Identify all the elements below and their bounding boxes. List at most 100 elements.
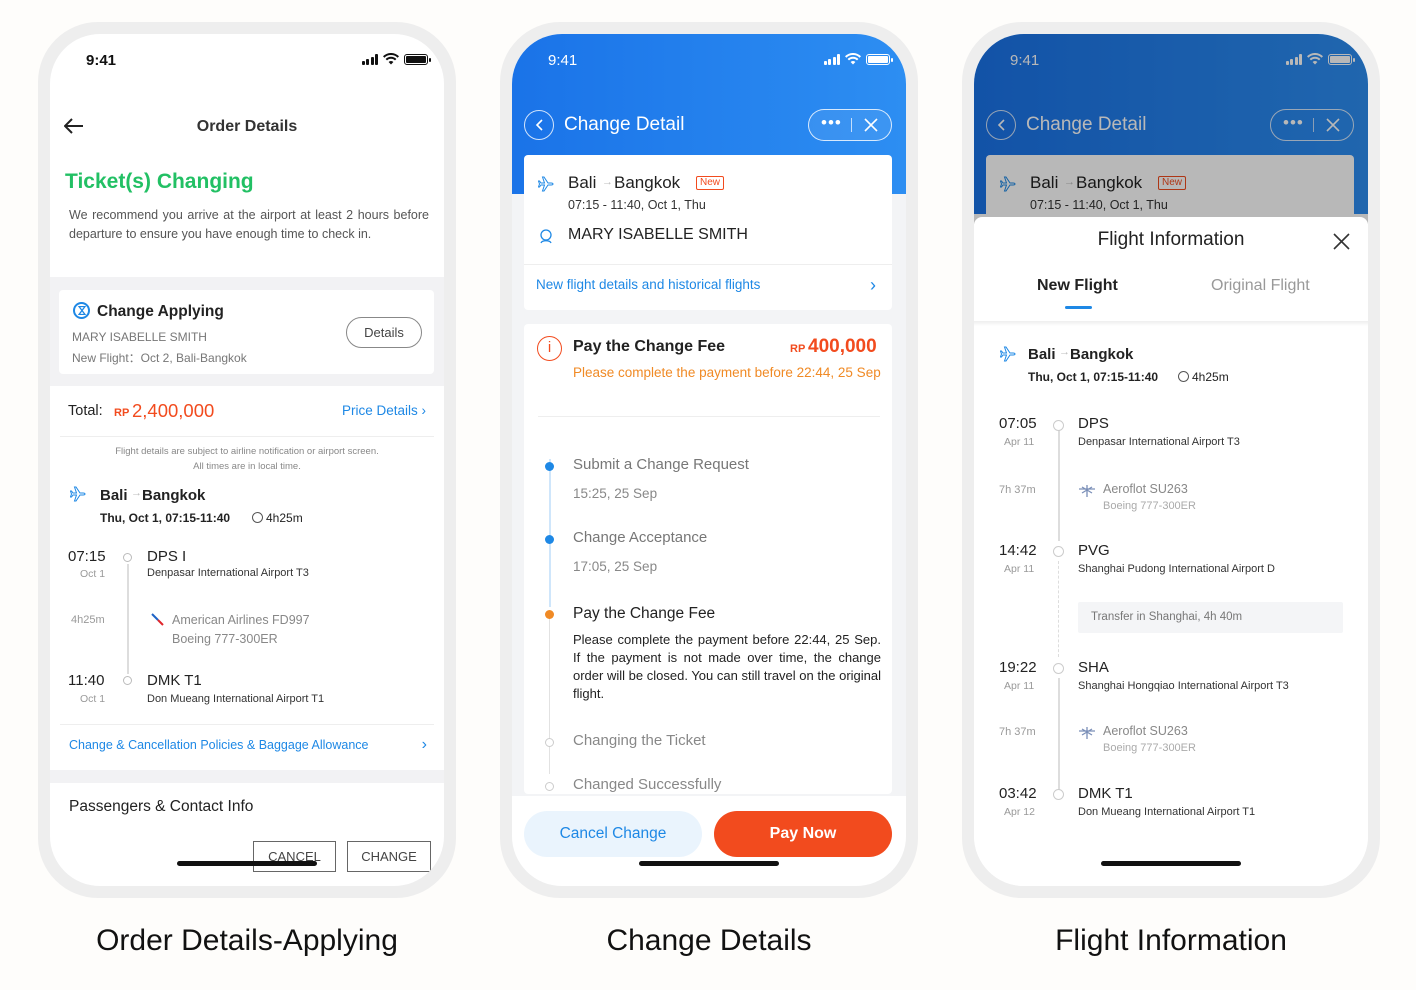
passenger-name: MARY ISABELLE SMITH xyxy=(568,226,748,243)
step-dot-pending xyxy=(545,782,554,791)
route-arrow-icon: → xyxy=(131,487,142,499)
route-to: Bangkok xyxy=(614,173,681,192)
caption-change-details: Change Details xyxy=(606,924,812,957)
close-icon[interactable] xyxy=(1333,233,1350,250)
close-icon[interactable] xyxy=(864,118,878,132)
history-link[interactable]: New flight details and historical flight… xyxy=(536,277,760,292)
aeroflot-logo-icon xyxy=(1079,727,1095,739)
order-status-card: Order Details Ticket(s) Changing We reco… xyxy=(50,84,444,277)
step-5-title: Changed Successfully xyxy=(573,776,722,793)
pay-now-button[interactable]: Pay Now xyxy=(714,811,892,857)
step-1-title: Submit a Change Request xyxy=(573,456,749,473)
aircraft: Boeing 777-300ER xyxy=(172,632,278,646)
dep-time: 07:15 xyxy=(68,548,106,565)
route-date: Thu, Oct 1, 07:15-11:40 xyxy=(1028,370,1159,384)
caption-order-details: Order Details-Applying xyxy=(96,924,398,957)
phone-order-details: 9:41 Order Details Ticket(s) Changing We… xyxy=(38,22,456,898)
nav-capsule: ••• xyxy=(808,109,892,141)
step-1-time: 15:25, 25 Sep xyxy=(573,486,658,501)
dep-dot xyxy=(123,553,132,562)
stop-1-code: DPS xyxy=(1078,415,1109,432)
arr-date: Oct 1 xyxy=(80,693,106,705)
stop-2-airport: Shanghai Pudong International Airport D xyxy=(1078,563,1275,575)
details-button[interactable]: Details xyxy=(346,317,422,348)
bottom-action-bar: Cancel Change Pay Now xyxy=(512,796,906,886)
leg-2-aircraft: Boeing 777-300ER xyxy=(1103,742,1196,754)
more-icon[interactable]: ••• xyxy=(821,113,842,133)
ticket-status-title: Ticket(s) Changing xyxy=(65,170,254,193)
flight-summary-card: Total: RP 2,400,000 Price Details › Flig… xyxy=(50,386,444,770)
fee-amount: 400,000 xyxy=(808,336,877,357)
timeline-line-grey xyxy=(549,614,550,774)
stop-2-code: PVG xyxy=(1078,542,1110,559)
chevron-right-icon[interactable]: › xyxy=(422,736,427,754)
timeline-line xyxy=(1058,678,1060,790)
total-label: Total: xyxy=(68,403,103,419)
change-button[interactable]: CHANGE xyxy=(347,841,431,872)
back-button[interactable] xyxy=(524,110,554,140)
fee-currency: RP xyxy=(790,343,806,355)
divider xyxy=(524,264,892,265)
step-dot-done xyxy=(545,462,554,471)
route-from: Bali xyxy=(1028,346,1056,363)
divider xyxy=(538,416,880,417)
leg-1-duration: 7h 37m xyxy=(999,484,1036,496)
plane-icon xyxy=(538,176,554,192)
cancel-button[interactable]: CANCEL xyxy=(253,841,336,872)
arr-airport: Don Mueang International Airport T1 xyxy=(147,693,325,705)
plane-icon xyxy=(1000,346,1016,362)
cancel-change-button[interactable]: Cancel Change xyxy=(524,811,702,857)
hourglass-icon xyxy=(73,302,90,319)
american-airlines-logo-icon xyxy=(151,613,164,626)
policies-link[interactable]: Change & Cancellation Policies & Baggage… xyxy=(69,738,369,752)
passengers-card: Passengers & Contact Info CANCEL CHANGE xyxy=(50,783,444,886)
page-title: Order Details xyxy=(196,118,298,135)
stop-dot xyxy=(1053,663,1064,674)
stop-4-date: Apr 12 xyxy=(1004,806,1035,818)
price-details-link[interactable]: Price Details › xyxy=(342,403,426,418)
route-arrow-icon: → xyxy=(1059,346,1070,358)
tab-original-flight[interactable]: Original Flight xyxy=(1211,277,1310,295)
signal-icon xyxy=(823,53,840,65)
change-applying-title: Change Applying xyxy=(97,303,224,320)
ticket-status-desc: We recommend you arrive at the airport a… xyxy=(69,208,429,241)
status-bar: 9:41 xyxy=(50,34,444,84)
timeline-line-blue xyxy=(549,459,551,607)
step-2-time: 17:05, 25 Sep xyxy=(573,559,658,574)
route-to: Bangkok xyxy=(1070,346,1134,363)
notice-line-1: Flight details are subject to airline no… xyxy=(115,446,379,457)
stop-4-code: DMK T1 xyxy=(1078,785,1133,802)
dep-airport: Denpasar International Airport T3 xyxy=(147,567,309,579)
modal-overlay[interactable] xyxy=(974,34,1368,224)
home-indicator xyxy=(177,861,317,866)
stop-2-date: Apr 11 xyxy=(1004,563,1035,575)
route-arrow-icon: → xyxy=(602,176,613,188)
chevron-left-icon xyxy=(535,119,543,131)
change-progress-card: i Pay the Change Fee RP 400,000 Please c… xyxy=(524,324,892,794)
total-currency: RP xyxy=(114,407,130,419)
arr-time: 11:40 xyxy=(68,672,105,689)
caption-flight-information: Flight Information xyxy=(1055,924,1287,957)
change-applying-card: Change Applying MARY ISABELLE SMITH New … xyxy=(59,290,434,374)
arr-code: DMK T1 xyxy=(147,672,202,689)
tab-new-flight[interactable]: New Flight xyxy=(1037,277,1118,295)
step-3-desc: Please complete the payment before 22:44… xyxy=(573,632,881,701)
warning-icon: i xyxy=(537,336,562,361)
notice-line-2: All times are in local time. xyxy=(193,461,301,472)
stop-3-time: 19:22 xyxy=(999,659,1037,676)
route-duration: 4h25m xyxy=(1192,370,1229,384)
stop-dot xyxy=(1053,420,1064,431)
stop-3-airport: Shanghai Hongqiao International Airport … xyxy=(1078,680,1289,692)
passengers-title: Passengers & Contact Info xyxy=(69,798,254,815)
step-dot-done xyxy=(545,535,554,544)
clock-icon xyxy=(252,512,263,523)
chevron-right-icon[interactable]: › xyxy=(870,275,876,296)
new-badge: New xyxy=(696,176,725,190)
stop-2-time: 14:42 xyxy=(999,542,1037,559)
plane-icon xyxy=(70,486,86,502)
phone-change-details: 9:41 Change Detail ••• Bali → Bangkok Ne… xyxy=(500,22,918,898)
airline: American Airlines FD997 xyxy=(172,613,310,627)
leg-2-airline: Aeroflot SU263 xyxy=(1103,724,1188,738)
leg-1-airline: Aeroflot SU263 xyxy=(1103,482,1188,496)
status-bar: 9:41 xyxy=(512,34,906,84)
